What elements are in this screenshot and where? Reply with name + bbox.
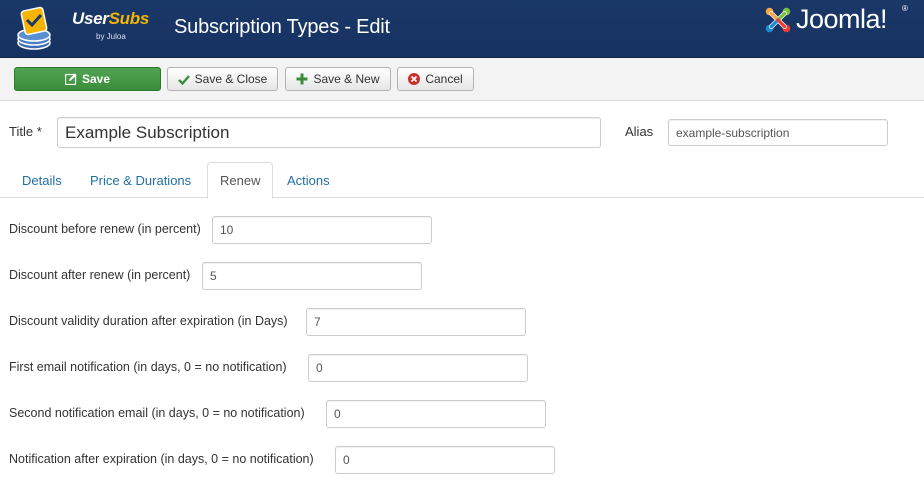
second-notification-email-input[interactable]: 0 (326, 400, 546, 428)
joomla-logo-icon (765, 7, 791, 33)
discount-validity-duration-label: Discount validity duration after expirat… (9, 314, 288, 328)
save-close-button[interactable]: Save & Close (167, 67, 278, 91)
discount-after-renew-label: Discount after renew (in percent) (9, 268, 191, 282)
first-email-notification-label: First email notification (in days, 0 = n… (9, 360, 287, 374)
tab-actions[interactable]: Actions (275, 162, 342, 198)
brand[interactable]: UserSubs by Juloa (12, 3, 162, 53)
plus-icon (296, 73, 308, 85)
tab-price-durations[interactable]: Price & Durations (78, 162, 203, 198)
tab-renew[interactable]: Renew (207, 162, 274, 199)
usersubs-logo-icon (17, 6, 51, 50)
tab-bar: Details Price & Durations Renew Actions (0, 162, 924, 199)
page-title: Subscription Types - Edit (174, 16, 390, 38)
first-email-notification-input[interactable]: 0 (308, 354, 528, 382)
save-new-button[interactable]: Save & New (285, 67, 391, 91)
cancel-button-label: Cancel (425, 72, 463, 86)
second-notification-email-label: Second notification email (in days, 0 = … (9, 406, 305, 420)
discount-after-renew-input[interactable]: 5 (202, 262, 422, 290)
notification-after-expiration-input[interactable]: 0 (335, 446, 555, 474)
alias-label: Alias (625, 124, 654, 139)
notification-after-expiration-label: Notification after expiration (in days, … (9, 452, 314, 466)
joomla-logo[interactable]: Joomla! ® (762, 2, 912, 38)
tab-details[interactable]: Details (10, 162, 74, 198)
brand-name: UserSubs (72, 9, 149, 28)
discount-before-renew-label: Discount before renew (in percent) (9, 222, 201, 236)
cancel-circle-icon (408, 73, 421, 85)
title-input[interactable]: Example Subscription (57, 117, 601, 148)
toolbar: Save Save & Close Save & New Cancel (0, 58, 924, 101)
alias-input[interactable]: example-subscription (668, 119, 888, 146)
discount-before-renew-input[interactable]: 10 (212, 216, 432, 244)
edit-icon (64, 73, 77, 85)
app-header: UserSubs by Juloa Subscription Types - E… (0, 0, 924, 58)
save-button[interactable]: Save (14, 67, 161, 91)
cancel-button[interactable]: Cancel (397, 67, 474, 91)
save-close-button-label: Save & Close (194, 72, 268, 86)
registered-mark: ® (902, 4, 908, 13)
title-label: Title * (9, 124, 42, 139)
save-button-label: Save (81, 72, 111, 86)
save-new-button-label: Save & New (313, 72, 380, 86)
check-icon (177, 74, 190, 85)
joomla-wordmark: Joomla! (796, 4, 888, 34)
discount-validity-duration-input[interactable]: 7 (306, 308, 526, 336)
brand-byline: by Juloa (96, 32, 126, 41)
